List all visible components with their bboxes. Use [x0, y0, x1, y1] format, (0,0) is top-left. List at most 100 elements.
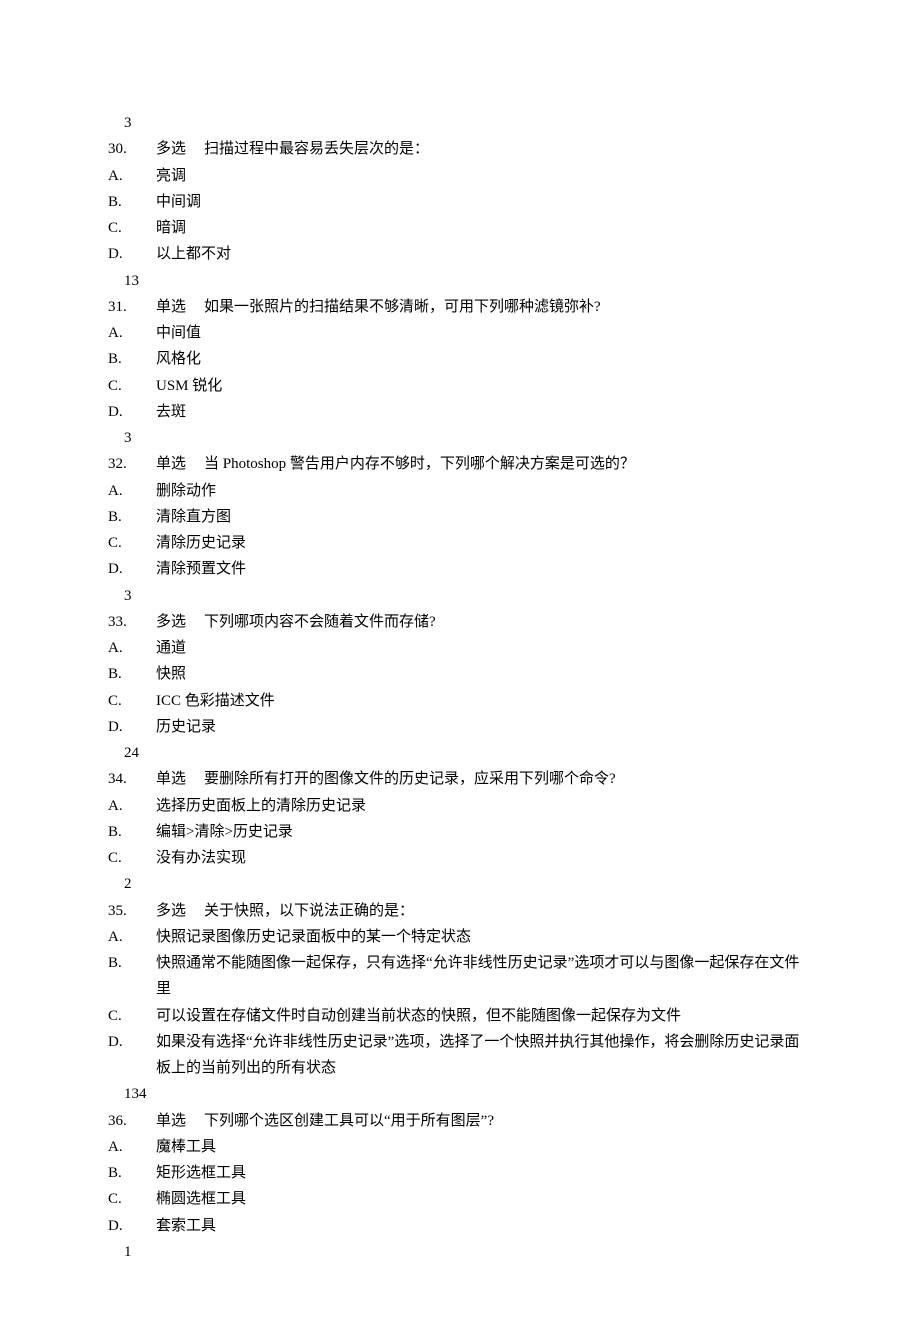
option-label: A. [108, 635, 156, 661]
option: A.选择历史面板上的清除历史记录 [108, 793, 812, 819]
question-header: 32.单选当 Photoshop 警告用户内存不够时，下列哪个解决方案是可选的？ [108, 451, 812, 477]
option-text: 可以设置在存储文件时自动创建当前状态的快照，但不能随图像一起保存为文件 [156, 1003, 812, 1029]
question: 34.单选要删除所有打开的图像文件的历史记录，应采用下列哪个命令?A.选择历史面… [108, 766, 812, 897]
question-header: 30.多选扫描过程中最容易丢失层次的是： [108, 136, 812, 162]
option-text: 删除动作 [156, 478, 812, 504]
option-text: 快照记录图像历史记录面板中的某一个特定状态 [156, 924, 812, 950]
option-text: 快照 [156, 661, 812, 687]
question-stem: 要删除所有打开的图像文件的历史记录，应采用下列哪个命令? [204, 766, 616, 792]
question-number: 32. [108, 451, 156, 477]
option-text: 历史记录 [156, 714, 812, 740]
answer: 1 [108, 1239, 812, 1265]
option: B.编辑>清除>历史记录 [108, 819, 812, 845]
option-text: 椭圆选框工具 [156, 1186, 812, 1212]
question-header: 31.单选如果一张照片的扫描结果不够清晰，可用下列哪种滤镜弥补? [108, 294, 812, 320]
question: 33.多选下列哪项内容不会随着文件而存储?A.通道B.快照C.ICC 色彩描述文… [108, 609, 812, 767]
question-type: 单选 [156, 294, 204, 320]
option-text: 去斑 [156, 399, 812, 425]
document-page: 3 30.多选扫描过程中最容易丢失层次的是：A.亮调B.中间调C.暗调D.以上都… [0, 0, 920, 1325]
option-label: C. [108, 688, 156, 714]
question-type: 多选 [156, 136, 204, 162]
option-text: 亮调 [156, 163, 812, 189]
option-text: USM 锐化 [156, 373, 812, 399]
option: D.历史记录 [108, 714, 812, 740]
question-stem: 关于快照，以下说法正确的是： [204, 898, 414, 924]
option-label: B. [108, 819, 156, 845]
option: B.风格化 [108, 346, 812, 372]
option-text: 清除预置文件 [156, 556, 812, 582]
option: D.清除预置文件 [108, 556, 812, 582]
option: D.套索工具 [108, 1213, 812, 1239]
question-stem: 扫描过程中最容易丢失层次的是： [204, 136, 429, 162]
option-label: B. [108, 1160, 156, 1186]
option-label: C. [108, 530, 156, 556]
option: C.椭圆选框工具 [108, 1186, 812, 1212]
option: C.USM 锐化 [108, 373, 812, 399]
answer: 134 [108, 1081, 812, 1107]
option-label: C. [108, 1003, 156, 1029]
option-label: D. [108, 1213, 156, 1239]
option: A.删除动作 [108, 478, 812, 504]
option: C.没有办法实现 [108, 845, 812, 871]
option: A.魔棒工具 [108, 1134, 812, 1160]
option-text: 快照通常不能随图像一起保存，只有选择“允许非线性历史记录”选项才可以与图像一起保… [156, 950, 812, 1003]
option-text: 清除直方图 [156, 504, 812, 530]
option: A.中间值 [108, 320, 812, 346]
option-text: 中间值 [156, 320, 812, 346]
option: C.清除历史记录 [108, 530, 812, 556]
option-label: D. [108, 399, 156, 425]
option-label: B. [108, 661, 156, 687]
option-label: B. [108, 950, 156, 1003]
option-label: B. [108, 189, 156, 215]
questions-container: 30.多选扫描过程中最容易丢失层次的是：A.亮调B.中间调C.暗调D.以上都不对… [108, 136, 812, 1265]
option-label: C. [108, 215, 156, 241]
question-stem: 下列哪项内容不会随着文件而存储? [204, 609, 436, 635]
option-text: 以上都不对 [156, 241, 812, 267]
option: D.如果没有选择“允许非线性历史记录”选项，选择了一个快照并执行其他操作，将会删… [108, 1029, 812, 1082]
option-text: 如果没有选择“允许非线性历史记录”选项，选择了一个快照并执行其他操作，将会删除历… [156, 1029, 812, 1082]
answer: 24 [108, 740, 812, 766]
question-stem: 下列哪个选区创建工具可以“用于所有图层”? [204, 1108, 494, 1134]
option: C.暗调 [108, 215, 812, 241]
answer: 13 [108, 268, 812, 294]
question-number: 35. [108, 898, 156, 924]
option-label: B. [108, 504, 156, 530]
question: 36.单选下列哪个选区创建工具可以“用于所有图层”?A.魔棒工具B.矩形选框工具… [108, 1108, 812, 1266]
option: A.通道 [108, 635, 812, 661]
option-label: A. [108, 1134, 156, 1160]
option: C.可以设置在存储文件时自动创建当前状态的快照，但不能随图像一起保存为文件 [108, 1003, 812, 1029]
option-text: 没有办法实现 [156, 845, 812, 871]
option-text: 中间调 [156, 189, 812, 215]
option: C.ICC 色彩描述文件 [108, 688, 812, 714]
option-label: D. [108, 1029, 156, 1082]
option-label: A. [108, 793, 156, 819]
option-label: B. [108, 346, 156, 372]
option-text: 暗调 [156, 215, 812, 241]
option-text: 通道 [156, 635, 812, 661]
option: A.快照记录图像历史记录面板中的某一个特定状态 [108, 924, 812, 950]
option-text: 矩形选框工具 [156, 1160, 812, 1186]
question-number: 36. [108, 1108, 156, 1134]
option: D.以上都不对 [108, 241, 812, 267]
option-text: ICC 色彩描述文件 [156, 688, 812, 714]
option: B.清除直方图 [108, 504, 812, 530]
question: 32.单选当 Photoshop 警告用户内存不够时，下列哪个解决方案是可选的？… [108, 451, 812, 609]
question-number: 33. [108, 609, 156, 635]
question-header: 36.单选下列哪个选区创建工具可以“用于所有图层”? [108, 1108, 812, 1134]
option: B.快照 [108, 661, 812, 687]
option-label: C. [108, 1186, 156, 1212]
option: B.中间调 [108, 189, 812, 215]
option-text: 编辑>清除>历史记录 [156, 819, 812, 845]
previous-answer: 3 [108, 110, 812, 136]
question: 35.多选关于快照，以下说法正确的是：A.快照记录图像历史记录面板中的某一个特定… [108, 898, 812, 1108]
option-label: C. [108, 845, 156, 871]
question-header: 34.单选要删除所有打开的图像文件的历史记录，应采用下列哪个命令? [108, 766, 812, 792]
question-type: 多选 [156, 609, 204, 635]
option-text: 魔棒工具 [156, 1134, 812, 1160]
question-number: 34. [108, 766, 156, 792]
answer: 2 [108, 871, 812, 897]
answer: 3 [108, 583, 812, 609]
option-text: 风格化 [156, 346, 812, 372]
option-label: D. [108, 556, 156, 582]
option-label: C. [108, 373, 156, 399]
